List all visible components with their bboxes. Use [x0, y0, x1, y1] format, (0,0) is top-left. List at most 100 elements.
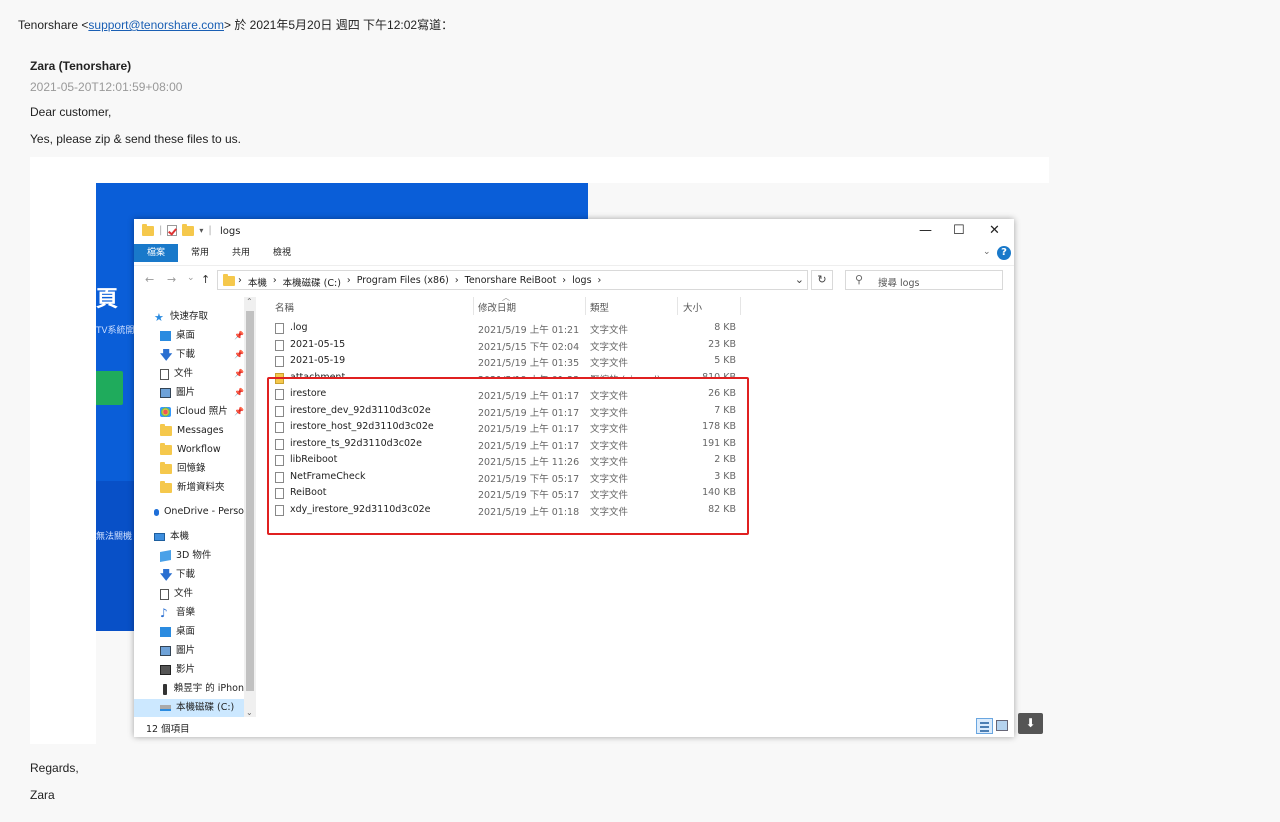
up-button[interactable]: ↑: [201, 273, 210, 286]
file-row[interactable]: 2021-05-19 2021/5/19 上午 01:35 文字文件 5 KB: [270, 353, 740, 369]
chevron-down-icon[interactable]: ⌄: [246, 708, 253, 717]
greeting-text: Dear customer,: [30, 105, 112, 119]
status-bar: 12 個項目: [134, 717, 1014, 737]
breadcrumb-this-pc[interactable]: 本機: [248, 275, 267, 289]
folder-icon: [160, 481, 172, 493]
nav-this-pc[interactable]: 本機: [154, 528, 244, 546]
column-date[interactable]: 修改日期: [478, 300, 516, 314]
3d-objects-icon: [160, 550, 171, 562]
path-box[interactable]: › 本機 › 本機磁碟 (C:) › Program Files (x86) ›…: [217, 270, 808, 290]
nav-messages[interactable]: Messages: [160, 422, 244, 440]
item-count: 12 個項目: [146, 724, 190, 735]
pin-icon: 📌: [234, 331, 244, 340]
column-name[interactable]: 名稱: [275, 300, 294, 314]
document-icon: [160, 588, 169, 600]
address-bar: ← → ⌄ ↑ › 本機 › 本機磁碟 (C:) › Program Files…: [134, 265, 1014, 293]
folder-icon: [223, 274, 235, 286]
expand-ribbon-icon[interactable]: ⌄: [983, 247, 991, 257]
details-view-icon[interactable]: [976, 718, 993, 734]
desktop-icon: [160, 331, 171, 341]
background-app-glyph: 頁: [96, 286, 119, 311]
nav-onedrive[interactable]: OneDrive - Perso: [154, 503, 244, 521]
large-icons-view-icon[interactable]: [996, 720, 1008, 731]
nav-iphone[interactable]: 賴昱宇 的 iPhon: [160, 680, 244, 698]
breadcrumb: › 本機 › 本機磁碟 (C:) › Program Files (x86) ›…: [238, 275, 602, 289]
column-size[interactable]: 大小: [683, 300, 702, 314]
nav-pictures-pc[interactable]: 圖片: [160, 642, 244, 660]
background-app-green-button: [96, 371, 123, 405]
pictures-icon: [160, 388, 171, 398]
maximize-button[interactable]: ☐: [953, 223, 965, 238]
help-icon[interactable]: ?: [997, 246, 1011, 260]
sender-name: Zara (Tenorshare): [30, 59, 132, 73]
customize-toolbar-icon[interactable]: ▾: [199, 226, 203, 235]
nav-music[interactable]: ♪ 音樂: [160, 604, 244, 622]
nav-downloads[interactable]: 🡇 下載: [160, 346, 232, 364]
signature-text: Zara: [30, 788, 55, 802]
forward-button[interactable]: →: [167, 273, 176, 286]
regards-text: Regards,: [30, 761, 79, 775]
onedrive-icon: [154, 508, 159, 516]
properties-icon[interactable]: [167, 225, 178, 236]
nav-downloads-pc[interactable]: 🡇 下載: [160, 566, 244, 584]
background-app-text-2: 無法關機: [96, 531, 133, 541]
nav-local-disk[interactable]: 本機磁碟 (C:): [134, 699, 244, 717]
chevron-up-icon[interactable]: ⌃: [246, 297, 253, 306]
title-bar: | ▾ | logs — ☐ ✕: [134, 219, 1014, 244]
nav-new-folder[interactable]: 新增資料夾: [160, 479, 244, 497]
nav-documents-pc[interactable]: 文件: [160, 585, 244, 603]
recent-locations-button[interactable]: ⌄: [187, 273, 195, 283]
close-button[interactable]: ✕: [989, 223, 1000, 238]
file-row[interactable]: 2021-05-15 2021/5/15 下午 02:04 文字文件 23 KB: [270, 337, 740, 353]
search-icon: ⚲: [855, 273, 864, 286]
pin-icon: 📌: [234, 388, 244, 397]
file-list-header: ︿ 名稱 修改日期 類型 大小: [270, 293, 742, 315]
tab-share[interactable]: 共用: [225, 244, 257, 262]
nav-videos[interactable]: 影片: [160, 661, 244, 679]
nav-workflow[interactable]: Workflow: [160, 441, 244, 459]
nav-pictures[interactable]: 圖片: [160, 384, 232, 402]
window-title: logs: [220, 226, 241, 237]
nav-quick-access[interactable]: ★ 快速存取: [154, 308, 244, 326]
body-text: Yes, please zip & send these files to us…: [30, 132, 242, 146]
nav-documents[interactable]: 文件: [160, 365, 232, 383]
pin-icon: 📌: [234, 407, 244, 416]
text-file-icon: [275, 323, 284, 334]
tab-home[interactable]: 常用: [184, 244, 216, 262]
breadcrumb-program-files[interactable]: Program Files (x86): [357, 275, 449, 289]
chevron-down-icon[interactable]: ⌄: [795, 273, 804, 286]
tab-view[interactable]: 檢視: [266, 244, 298, 262]
back-button[interactable]: ←: [145, 273, 154, 286]
text-file-icon: [275, 340, 284, 351]
nav-memoirs[interactable]: 回憶錄: [160, 460, 244, 478]
nav-scrollbar-thumb[interactable]: [246, 311, 254, 691]
folder-icon: [160, 462, 172, 474]
ribbon: 檔案 常用 共用 檢視 ⌄ ?: [134, 244, 1014, 262]
nav-icloud-photos[interactable]: iCloud 照片: [160, 403, 232, 421]
nav-desktop[interactable]: 桌面: [160, 327, 232, 345]
nav-desktop-pc[interactable]: 桌面: [160, 623, 244, 641]
breadcrumb-local-disk[interactable]: 本機磁碟 (C:): [283, 275, 341, 289]
document-icon: [160, 368, 169, 380]
search-input[interactable]: ⚲ 搜尋 logs: [845, 270, 1003, 290]
star-icon: ★: [154, 310, 164, 324]
nav-3d-objects[interactable]: 3D 物件: [160, 547, 244, 565]
breadcrumb-reiboot[interactable]: Tenorshare ReiBoot: [465, 275, 557, 289]
download-image-button[interactable]: ⬇: [1018, 713, 1043, 734]
new-folder-icon[interactable]: [182, 223, 195, 236]
quote-header: Tenorshare <support@tenorshare.com> 於 20…: [18, 16, 453, 33]
nav-scrollbar[interactable]: ⌃ ⌄: [244, 297, 256, 717]
desktop-icon: [160, 627, 171, 637]
quick-access-toolbar: | ▾ |: [142, 223, 212, 236]
support-email-link[interactable]: support@tenorshare.com: [88, 18, 224, 32]
minimize-button[interactable]: —: [919, 223, 932, 238]
breadcrumb-logs[interactable]: logs: [572, 275, 591, 289]
refresh-button[interactable]: ↻: [811, 270, 833, 290]
tab-file[interactable]: 檔案: [134, 244, 178, 262]
column-type[interactable]: 類型: [590, 300, 609, 314]
icloud-photos-icon: [160, 407, 171, 417]
file-row[interactable]: .log 2021/5/19 上午 01:21 文字文件 8 KB: [270, 320, 740, 336]
drive-icon: [160, 705, 171, 711]
pin-icon: 📌: [234, 369, 244, 378]
quote-prefix: Tenorshare <: [18, 18, 89, 32]
